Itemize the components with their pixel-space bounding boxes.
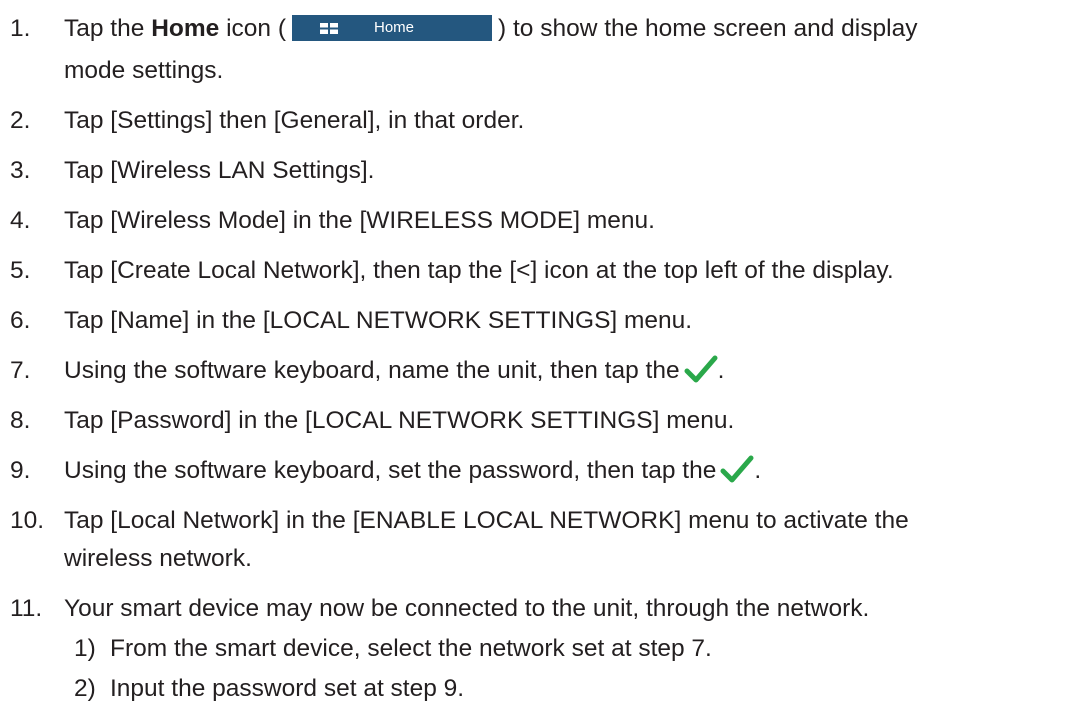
step-text-part: . xyxy=(754,457,762,484)
substep-text: Input the password set at step 9. xyxy=(110,675,465,702)
step-text-part: Tap the xyxy=(64,15,152,42)
step-7: 7. Using the software keyboard, name the… xyxy=(0,350,1088,392)
step-9: 9. Using the software keyboard, set the … xyxy=(0,450,1088,492)
step-text: Tap [Local Network] in the [ENABLE LOCAL… xyxy=(64,507,909,534)
step-5: 5. Tap [Create Local Network], then tap … xyxy=(0,250,1088,292)
step-number: 10. xyxy=(10,507,45,534)
step-1: 1. Tap the Home icon (Home) to show the … xyxy=(0,8,1088,92)
step-number: 5. xyxy=(10,257,31,284)
step-text: Tap [Wireless LAN Settings]. xyxy=(64,157,375,184)
step-text: Tap the Home icon (Home) to show the hom… xyxy=(64,8,917,50)
step-text: Tap [Name] in the [LOCAL NETWORK SETTING… xyxy=(64,307,693,334)
step-2: 2. Tap [Settings] then [General], in tha… xyxy=(0,100,1088,142)
step-11: 11. Your smart device may now be connect… xyxy=(0,588,1088,630)
substep-number: 2) xyxy=(74,675,96,702)
checkmark-icon xyxy=(684,355,718,383)
step-text: Tap [Wireless Mode] in the [WIRELESS MOD… xyxy=(64,207,655,234)
step-text: Tap [Password] in the [LOCAL NETWORK SET… xyxy=(64,407,735,434)
substep-number: 1) xyxy=(74,635,96,662)
step-10: 10. Tap [Local Network] in the [ENABLE L… xyxy=(0,500,1088,584)
home-button-label: Home xyxy=(373,18,414,36)
step-number: 6. xyxy=(10,307,31,334)
step-text-part: ) to show the home screen and display xyxy=(497,15,918,42)
step-text-continued: wireless network. xyxy=(64,545,252,572)
step-text: Using the software keyboard, set the pas… xyxy=(64,450,761,492)
home-bold-label: Home xyxy=(151,15,220,42)
grid-icon xyxy=(319,22,338,34)
step-text-part: icon ( xyxy=(219,15,286,42)
step-text-part: Using the software keyboard, set the pas… xyxy=(64,457,717,484)
step-text: Tap [Settings] then [General], in that o… xyxy=(64,107,525,134)
substep-2: 2) Input the password set at step 9. xyxy=(0,668,1088,710)
step-text-continued: mode settings. xyxy=(64,57,224,84)
substep-1: 1) From the smart device, select the net… xyxy=(0,628,1088,670)
step-number: 9. xyxy=(10,457,31,484)
step-number: 7. xyxy=(10,357,31,384)
step-number: 2. xyxy=(10,107,31,134)
step-8: 8. Tap [Password] in the [LOCAL NETWORK … xyxy=(0,400,1088,442)
step-text: Tap [Create Local Network], then tap the… xyxy=(64,257,894,284)
step-text-part: . xyxy=(717,357,725,384)
step-number: 3. xyxy=(10,157,31,184)
step-text: Using the software keyboard, name the un… xyxy=(64,350,724,392)
home-button-illustration: Home xyxy=(291,14,492,41)
step-number: 4. xyxy=(10,207,31,234)
step-number: 11. xyxy=(10,595,43,622)
checkmark-icon xyxy=(720,455,754,483)
step-text-part: Using the software keyboard, name the un… xyxy=(64,357,680,384)
step-number: 8. xyxy=(10,407,31,434)
step-4: 4. Tap [Wireless Mode] in the [WIRELESS … xyxy=(0,200,1088,242)
step-text: Your smart device may now be connected t… xyxy=(64,595,870,622)
instruction-document: 1. Tap the Home icon (Home) to show the … xyxy=(0,0,1088,713)
step-number: 1. xyxy=(10,15,31,42)
substep-text: From the smart device, select the networ… xyxy=(110,635,712,662)
step-6: 6. Tap [Name] in the [LOCAL NETWORK SETT… xyxy=(0,300,1088,342)
step-3: 3. Tap [Wireless LAN Settings]. xyxy=(0,150,1088,192)
